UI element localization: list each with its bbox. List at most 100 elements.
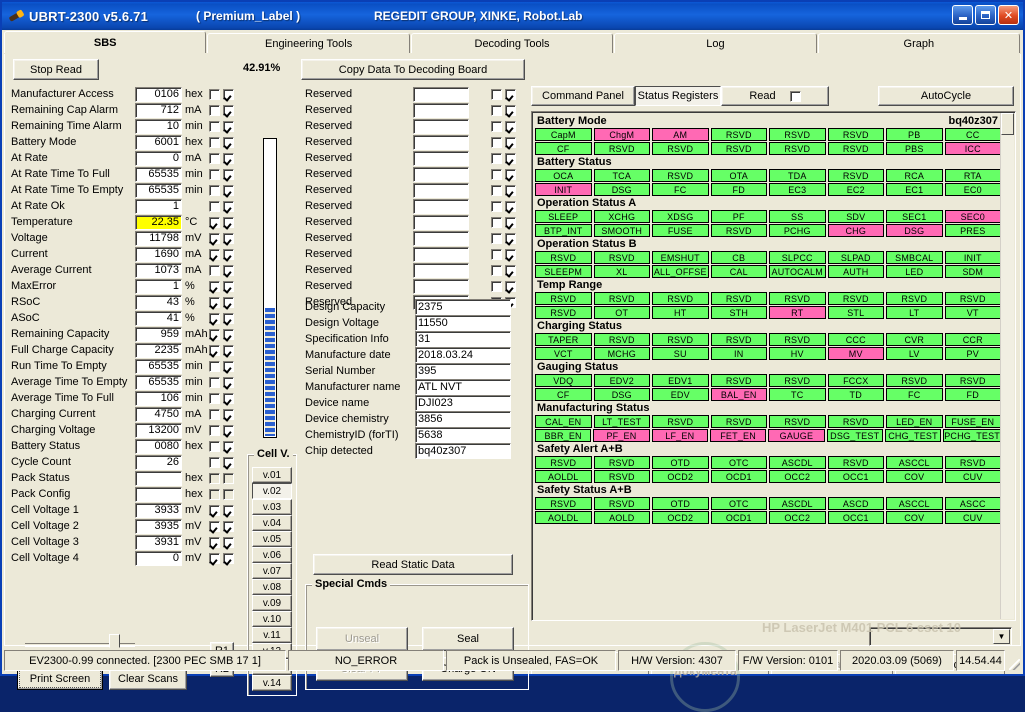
register-bit[interactable]: TCA (593, 169, 650, 182)
sbs-row-value[interactable]: 1 (135, 198, 182, 214)
register-bit[interactable]: PF_EN (593, 429, 650, 442)
register-bit[interactable]: TAPER (535, 333, 592, 346)
seal-button[interactable]: Seal (422, 627, 514, 651)
register-bit[interactable]: OCC1 (827, 470, 884, 483)
register-bit[interactable]: RSVD (535, 456, 592, 469)
sbs-row-checkbox-1[interactable] (209, 488, 220, 500)
register-bit[interactable]: STH (710, 306, 767, 319)
register-bit[interactable]: CF (535, 388, 592, 401)
static-row-value[interactable]: 11550 (415, 315, 511, 331)
reserved-row-value[interactable] (413, 150, 469, 166)
register-bit[interactable]: CUV (944, 511, 1001, 524)
sbs-row-checkbox-2[interactable] (223, 200, 234, 212)
sbs-row-value[interactable]: 3935 (135, 518, 182, 534)
register-bit[interactable]: FUSE_EN (944, 415, 1001, 428)
register-bit[interactable]: RSVD (652, 333, 709, 346)
register-bit[interactable]: ChgM (593, 128, 650, 141)
sbs-row-checkbox-2[interactable] (223, 216, 234, 228)
register-bit[interactable]: MV (827, 347, 884, 360)
register-bit[interactable]: STL (827, 306, 884, 319)
register-bit[interactable]: AM (652, 128, 709, 141)
register-bit[interactable]: CUV (944, 470, 1001, 483)
sbs-row-checkbox-1[interactable] (209, 136, 220, 148)
register-bit[interactable]: CHG (827, 224, 884, 237)
register-bit[interactable]: RSVD (593, 142, 650, 155)
tab-decoding-tools[interactable]: Decoding Tools (410, 33, 614, 53)
register-bit[interactable]: RSVD (535, 251, 592, 264)
register-bit[interactable]: OCD2 (652, 511, 709, 524)
sbs-row-checkbox-1[interactable] (209, 296, 220, 308)
reserved-row-value[interactable] (413, 166, 469, 182)
register-bit[interactable]: DSG (593, 388, 650, 401)
tab-sbs[interactable]: SBS (4, 31, 207, 53)
register-bit[interactable]: PCHG_TEST (943, 429, 1001, 442)
register-bit[interactable]: COV (886, 470, 943, 483)
register-bit[interactable]: RSVD (769, 292, 826, 305)
cell-voltage-button-v11[interactable]: v.11 (252, 627, 292, 643)
register-bit[interactable]: LED_EN (886, 415, 943, 428)
register-bit[interactable]: FUSE (652, 224, 709, 237)
register-bit[interactable]: RSVD (769, 374, 826, 387)
sbs-row-checkbox-1[interactable] (209, 280, 220, 292)
register-bit[interactable]: RSVD (886, 292, 943, 305)
static-row-value[interactable]: 2018.03.24 (415, 347, 511, 363)
register-bit[interactable]: RSVD (593, 251, 650, 264)
sbs-row-checkbox-2[interactable] (223, 408, 234, 420)
sbs-row-value[interactable]: 959 (135, 326, 182, 342)
register-bit[interactable]: CAL (710, 265, 767, 278)
static-row-value[interactable]: 395 (415, 363, 511, 379)
sbs-row-checkbox-1[interactable] (209, 408, 220, 420)
reserved-row-value[interactable] (413, 86, 469, 102)
register-bit[interactable]: RSVD (710, 128, 767, 141)
register-bit[interactable]: RSVD (827, 169, 884, 182)
reserved-row-value[interactable] (413, 198, 469, 214)
sbs-row-checkbox-2[interactable] (223, 248, 234, 260)
reserved-row-checkbox-2[interactable] (505, 248, 516, 260)
register-bit[interactable]: RSVD (710, 292, 767, 305)
cell-voltage-button-v09[interactable]: v.09 (252, 595, 292, 611)
reserved-row-checkbox-1[interactable] (491, 248, 502, 260)
unseal-button[interactable]: Unseal (316, 627, 408, 651)
static-row-value[interactable]: 31 (415, 331, 511, 347)
register-bit[interactable]: OT (593, 306, 650, 319)
sbs-row-value[interactable]: 41 (135, 310, 182, 326)
register-bit[interactable]: EDV (652, 388, 709, 401)
register-bit[interactable]: AOLD (593, 511, 650, 524)
register-bit[interactable]: AUTOCALM (769, 265, 826, 278)
sbs-row-checkbox-2[interactable] (223, 328, 234, 340)
register-bit[interactable]: EDV2 (593, 374, 650, 387)
register-bit[interactable]: OCD1 (710, 511, 767, 524)
sbs-row-checkbox-1[interactable] (209, 440, 220, 452)
cell-voltage-button-v14[interactable]: v.14 (252, 675, 292, 691)
reserved-row-checkbox-2[interactable] (505, 184, 516, 196)
register-bit[interactable]: RSVD (827, 142, 884, 155)
sbs-row-value[interactable]: 11798 (135, 230, 182, 246)
register-bit[interactable]: BBR_EN (535, 429, 592, 442)
reserved-row-checkbox-2[interactable] (505, 120, 516, 132)
register-bit[interactable]: EMSHUT (652, 251, 709, 264)
reserved-row-value[interactable] (413, 278, 469, 294)
register-bit[interactable]: RSVD (944, 374, 1001, 387)
register-bit[interactable]: RSVD (886, 374, 943, 387)
reserved-row-checkbox-2[interactable] (505, 200, 516, 212)
register-bit[interactable]: COV (886, 511, 943, 524)
register-bit[interactable]: FC (886, 388, 943, 401)
cell-voltage-button-v05[interactable]: v.05 (252, 531, 292, 547)
register-bit[interactable]: OTC (710, 456, 767, 469)
register-bit[interactable]: EC0 (944, 183, 1001, 196)
reserved-row-checkbox-1[interactable] (491, 104, 502, 116)
register-bit[interactable]: CF (535, 142, 592, 155)
reserved-row-checkbox-1[interactable] (491, 136, 502, 148)
register-bit[interactable]: CCR (944, 333, 1001, 346)
register-bit[interactable]: EC2 (827, 183, 884, 196)
register-bit[interactable]: PF (710, 210, 767, 223)
register-bit[interactable]: OTA (710, 169, 767, 182)
static-row-value[interactable]: 5638 (415, 427, 511, 443)
reserved-row-checkbox-1[interactable] (491, 200, 502, 212)
sbs-row-checkbox-1[interactable] (209, 392, 220, 404)
chip-select-combo[interactable]: ▼ (869, 627, 1012, 646)
static-row-value[interactable]: 3856 (415, 411, 511, 427)
sbs-row-checkbox-2[interactable] (223, 440, 234, 452)
register-bit[interactable]: SS (769, 210, 826, 223)
sbs-row-checkbox-1[interactable] (209, 552, 220, 564)
